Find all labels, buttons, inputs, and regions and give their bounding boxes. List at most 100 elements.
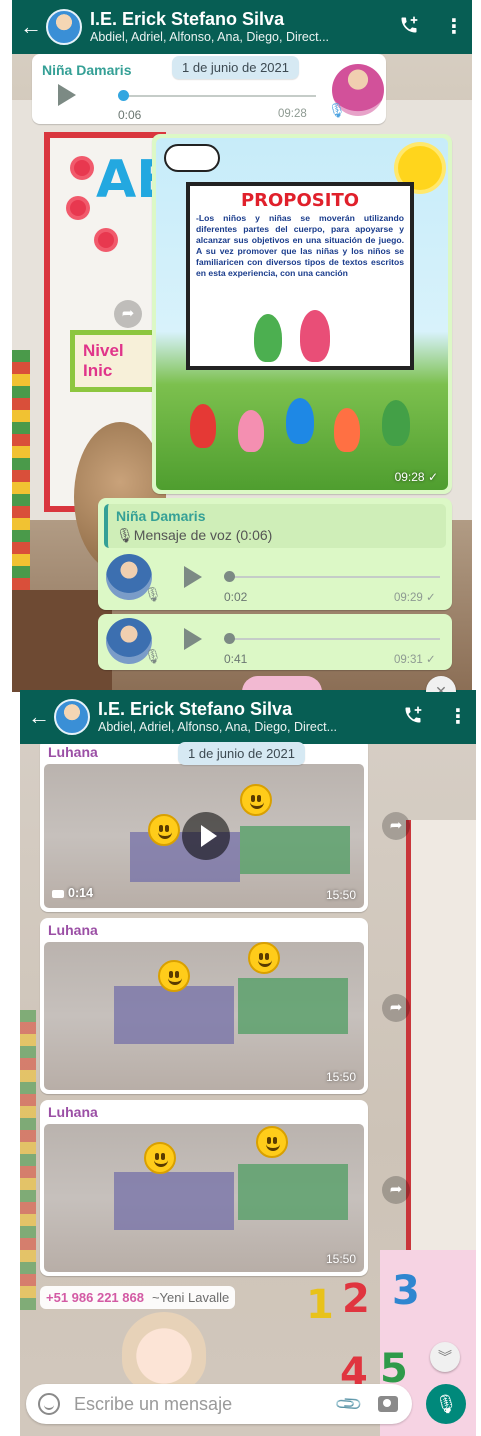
child-illustration [334, 408, 360, 452]
quoted-message[interactable]: Niña Damaris 🎙Mensaje de voz (0:06) [104, 504, 446, 548]
student-poster [240, 826, 350, 874]
voice-position: 0:41 [224, 652, 248, 666]
image-message-incoming[interactable]: Luhana 15:50 [40, 918, 368, 1094]
unknown-sender-label[interactable]: +51 986 221 868 ~Yeni Lavalle [40, 1286, 236, 1309]
video-thumbnail[interactable]: 0:14 15:50 [44, 764, 364, 908]
image-message-outgoing[interactable]: PROPOSITO -Los niños y niñas se moverán … [152, 134, 452, 494]
number-decoration: 2 [342, 1276, 370, 1322]
child-illustration [254, 314, 282, 362]
more-vert-icon[interactable]: ⋮ [444, 17, 464, 37]
message-time: 09:28 [278, 108, 307, 120]
child-illustration [382, 400, 410, 446]
poster-image[interactable]: PROPOSITO -Los niños y niñas se moverán … [156, 138, 448, 490]
mic-icon: 🎙 [434, 1394, 458, 1414]
smiley-sticker [144, 1142, 176, 1174]
chat-screenshot-1: AE Nivel Inic ➦ ← I.E. Erick Stefano Sil… [12, 0, 472, 692]
arrow-left-icon[interactable]: ← [20, 16, 42, 38]
forward-icon[interactable]: ➦ [382, 1176, 410, 1204]
forward-icon[interactable]: ➦ [382, 812, 410, 840]
emoji-icon[interactable] [38, 1393, 60, 1415]
play-icon[interactable] [184, 566, 202, 588]
voice-progress-track[interactable] [230, 576, 440, 578]
voice-progress-handle[interactable] [118, 90, 129, 101]
toy-shelf [20, 1010, 36, 1310]
smiley-sticker [248, 942, 280, 974]
group-avatar[interactable] [54, 699, 90, 735]
voice-reply-outgoing[interactable]: Niña Damaris 🎙Mensaje de voz (0:06) 🎙 0:… [98, 498, 452, 610]
flower-decoration [70, 200, 86, 216]
video-camera-icon [52, 889, 64, 898]
add-call-icon[interactable] [398, 705, 428, 730]
poster-title: PROPOSITO [240, 190, 360, 211]
mic-button[interactable]: 🎙 [426, 1384, 466, 1424]
forward-icon[interactable]: ➦ [114, 300, 142, 328]
child-illustration [300, 310, 330, 362]
scroll-down-icon[interactable]: ︾ [430, 1342, 460, 1372]
image-message-incoming[interactable]: Luhana 15:50 [40, 1100, 368, 1276]
message-input[interactable] [74, 1393, 338, 1415]
smiley-sticker [240, 784, 272, 816]
group-avatar[interactable] [46, 9, 82, 45]
number-decoration: 1 [306, 1282, 334, 1328]
play-icon[interactable] [58, 84, 76, 106]
date-chip: 1 de junio de 2021 [178, 742, 305, 765]
message-sender: Luhana [48, 1104, 98, 1120]
forward-icon[interactable]: ➦ [382, 994, 410, 1022]
voice-progress-track[interactable] [120, 95, 316, 97]
message-status: 09:31 ✓ [394, 654, 436, 666]
voice-position: 0:02 [224, 590, 248, 604]
quoted-sender: Niña Damaris [116, 508, 206, 524]
chat-header: ← I.E. Erick Stefano Silva Abdiel, Adrie… [12, 0, 472, 54]
image-thumbnail[interactable]: 15:50 [44, 942, 364, 1090]
child-illustration [286, 398, 314, 444]
message-time: 09:28 [394, 470, 425, 484]
number-decoration: 3 [392, 1268, 420, 1314]
arrow-left-icon[interactable]: ← [28, 706, 50, 728]
student-poster [238, 978, 348, 1034]
classroom-table [12, 590, 112, 692]
message-sender: Luhana [48, 744, 98, 760]
mic-icon: 🎙 [116, 527, 134, 543]
more-vert-icon[interactable]: ⋮ [448, 707, 468, 727]
message-time: 15:50 [325, 1252, 356, 1266]
chat-title: I.E. Erick Stefano Silva [90, 9, 285, 29]
message-time: 09:29 [394, 592, 423, 604]
chat-title-block[interactable]: I.E. Erick Stefano Silva Abdiel, Adriel,… [98, 699, 398, 735]
message-time: 15:50 [325, 1070, 356, 1084]
message-sender: Luhana [48, 922, 98, 938]
voice-message-outgoing[interactable]: 🎙 0:41 09:31 ✓ [98, 614, 452, 670]
flower-decoration [74, 160, 90, 176]
avatar-sticker [122, 1312, 206, 1392]
play-icon[interactable] [184, 628, 202, 650]
smiley-sticker [158, 960, 190, 992]
add-call-icon[interactable] [394, 15, 424, 40]
voice-progress-handle[interactable] [224, 633, 235, 644]
cloud-illustration [164, 144, 220, 172]
chat-members: Abdiel, Adriel, Alfonso, Ana, Diego, Dir… [98, 720, 338, 734]
mic-icon: 🎙 [144, 586, 162, 602]
voice-progress-handle[interactable] [224, 571, 235, 582]
mic-icon: 🎙 [144, 648, 162, 664]
voice-progress-track[interactable] [230, 638, 440, 640]
chat-title-block[interactable]: I.E. Erick Stefano Silva Abdiel, Adriel,… [90, 9, 394, 45]
voice-position: 0:06 [118, 108, 142, 122]
child-illustration [190, 404, 216, 448]
message-status: 09:28 ✓ [394, 470, 438, 484]
chat-title: I.E. Erick Stefano Silva [98, 699, 293, 719]
message-time: 09:31 [394, 654, 423, 666]
student-poster [238, 1164, 348, 1220]
image-thumbnail[interactable]: 15:50 [44, 1124, 364, 1272]
date-chip: 1 de junio de 2021 [172, 56, 299, 79]
smiley-sticker [148, 814, 180, 846]
student-poster [114, 986, 234, 1044]
camera-icon[interactable] [378, 1396, 398, 1412]
message-composer: 📎 [26, 1384, 412, 1424]
quoted-text: 🎙Mensaje de voz (0:06) [116, 527, 273, 543]
poster-frame: PROPOSITO -Los niños y niñas se moverán … [186, 182, 414, 370]
poster-text: -Los niños y niñas se moverán utilizando… [196, 213, 404, 278]
sender-phone: +51 986 221 868 [46, 1290, 144, 1305]
play-video-icon[interactable] [182, 812, 230, 860]
mic-icon: 🎙 [328, 102, 346, 118]
paperclip-icon[interactable]: 📎 [333, 1389, 364, 1420]
message-sender: Niña Damaris [42, 62, 132, 78]
